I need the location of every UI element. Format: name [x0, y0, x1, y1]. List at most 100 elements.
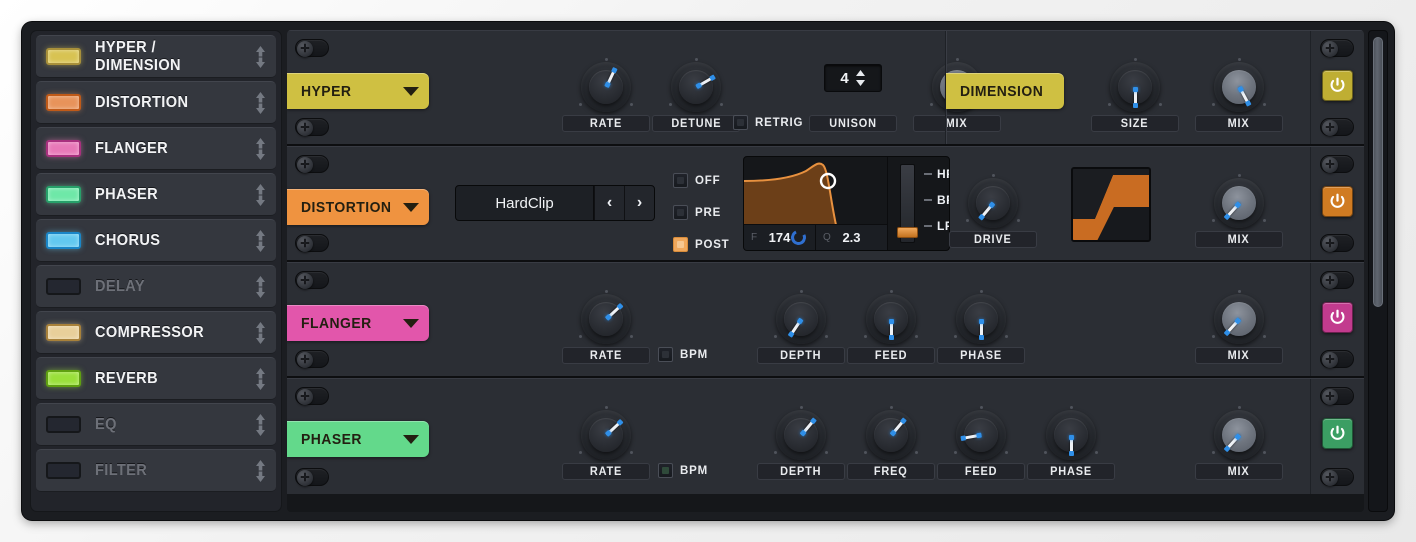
up-down-arrows-icon[interactable] [254, 321, 267, 345]
up-down-arrows-icon[interactable] [254, 183, 267, 207]
bypass-toggle-icon[interactable] [295, 468, 329, 487]
knob-feed[interactable] [863, 290, 919, 347]
up-down-arrows-icon[interactable] [254, 137, 267, 161]
filter-freq-mini-knob[interactable] [788, 227, 809, 248]
up-down-arrows-icon[interactable] [254, 45, 267, 69]
checkbox-box[interactable] [673, 205, 688, 220]
bypass-toggle-icon[interactable] [1320, 468, 1354, 487]
sidebar-item-reverb[interactable]: REVERB [36, 357, 276, 400]
chevron-down-icon[interactable] [403, 202, 419, 212]
checkbox-box[interactable] [658, 463, 673, 478]
knob-label-detune: DETUNE [652, 115, 740, 132]
up-down-arrows-icon[interactable] [254, 229, 267, 253]
knob-rate[interactable] [578, 406, 634, 463]
knob-detune[interactable] [668, 58, 724, 115]
sidebar-item-chorus[interactable]: CHORUS [36, 219, 276, 262]
bypass-toggle-icon[interactable] [295, 118, 329, 137]
vertical-scrollbar[interactable] [1368, 30, 1388, 512]
bypass-toggle-icon[interactable] [1320, 350, 1354, 369]
filter-mode-slider[interactable]: HP BP LP [887, 157, 949, 250]
checkbox-box[interactable] [658, 347, 673, 362]
bypass-toggle-icon[interactable] [1320, 271, 1354, 290]
row-gutter: PHASER [287, 379, 433, 494]
knob-mix[interactable] [1211, 406, 1267, 463]
bypass-toggle-icon[interactable] [295, 155, 329, 174]
chevron-down-icon[interactable] [403, 318, 419, 328]
slider-handle[interactable] [897, 227, 918, 238]
sidebar-item-label: FLANGER [95, 139, 169, 157]
knob-tick [1237, 58, 1241, 61]
next-type-button[interactable]: › [624, 186, 654, 220]
routing-option-pre[interactable]: PRE [673, 205, 721, 220]
effect-tab-distortion[interactable]: DISTORTION [287, 189, 429, 225]
sidebar-item-delay[interactable]: DELAY [36, 265, 276, 308]
effect-tab-flanger[interactable]: FLANGER [287, 305, 429, 341]
up-down-arrows-icon[interactable] [254, 91, 267, 115]
chevron-down-icon[interactable] [403, 434, 419, 444]
filter-mode-lp[interactable]: LP [924, 219, 949, 233]
retrig-checkbox[interactable]: RETRIG [733, 115, 803, 130]
up-down-arrows-icon[interactable] [254, 459, 267, 483]
bypass-toggle-icon[interactable] [295, 39, 329, 58]
bypass-toggle-icon[interactable] [295, 271, 329, 290]
routing-option-post[interactable]: POST [673, 237, 730, 252]
sidebar-item-filter[interactable]: FILTER [36, 449, 276, 492]
filter-mode-hp[interactable]: HP [924, 167, 949, 181]
filter-mode-bp[interactable]: BP [924, 193, 949, 207]
power-button[interactable] [1322, 418, 1353, 449]
knob-freq[interactable] [863, 406, 919, 463]
up-down-arrows-icon[interactable] [254, 275, 267, 299]
routing-option-off[interactable]: OFF [673, 173, 720, 188]
sidebar-item-compressor[interactable]: COMPRESSOR [36, 311, 276, 354]
bpm-checkbox[interactable]: BPM [658, 463, 708, 478]
up-down-arrows-icon[interactable] [254, 367, 267, 391]
knob-depth[interactable] [773, 406, 829, 463]
up-down-arrows-icon[interactable] [254, 413, 267, 437]
sidebar-item-distortion[interactable]: DISTORTION [36, 81, 276, 124]
knob-mix[interactable] [1211, 290, 1267, 347]
waveshape-display[interactable] [1071, 167, 1151, 242]
checkbox-box[interactable] [733, 115, 748, 130]
power-button[interactable] [1322, 70, 1353, 101]
bypass-toggle-icon[interactable] [295, 234, 329, 253]
effect-tab-dimension[interactable]: DIMENSION [946, 73, 1064, 109]
bypass-toggle-icon[interactable] [1320, 155, 1354, 174]
filter-q-field[interactable]: Q 2.3 [815, 224, 887, 250]
bypass-toggle-icon[interactable] [1320, 234, 1354, 253]
knob-phase[interactable] [953, 290, 1009, 347]
sidebar-item-phaser[interactable]: PHASER [36, 173, 276, 216]
bypass-toggle-icon[interactable] [1320, 118, 1354, 137]
bypass-toggle-icon[interactable] [1320, 39, 1354, 58]
knob-rate[interactable] [578, 290, 634, 347]
knob-tick [954, 335, 957, 338]
knob-phase[interactable] [1043, 406, 1099, 463]
chevron-down-icon[interactable] [403, 86, 419, 96]
distortion-type-select[interactable]: HardClip ‹ › [455, 185, 655, 221]
unison-stepper[interactable]: 4 [824, 64, 882, 92]
knob-rate[interactable] [578, 58, 634, 115]
bypass-toggle-icon[interactable] [1320, 387, 1354, 406]
filter-response-curve[interactable]: F 174 Q 2.3 [744, 157, 887, 250]
sidebar-item-hyper-dimension[interactable]: HYPER / DIMENSION [36, 35, 276, 78]
knob-feed[interactable] [953, 406, 1009, 463]
effect-tab-hyper[interactable]: HYPER [287, 73, 429, 109]
effect-tab-phaser[interactable]: PHASER [287, 421, 429, 457]
bypass-toggle-icon[interactable] [295, 350, 329, 369]
bypass-toggle-icon[interactable] [295, 387, 329, 406]
bpm-checkbox[interactable]: BPM [658, 347, 708, 362]
knob-mix[interactable] [1211, 58, 1267, 115]
prev-type-button[interactable]: ‹ [594, 186, 624, 220]
power-button[interactable] [1322, 302, 1353, 333]
knob-drive[interactable] [965, 174, 1021, 231]
stepper-arrows-icon[interactable] [855, 69, 866, 87]
power-button[interactable] [1322, 186, 1353, 217]
checkbox-box[interactable] [673, 237, 688, 252]
sidebar-item-flanger[interactable]: FLANGER [36, 127, 276, 170]
knob-depth[interactable] [773, 290, 829, 347]
scrollbar-thumb[interactable] [1373, 37, 1383, 307]
knob-mix[interactable] [1211, 174, 1267, 231]
filter-freq-field[interactable]: F 174 [744, 224, 815, 250]
sidebar-item-eq[interactable]: EQ [36, 403, 276, 446]
checkbox-box[interactable] [673, 173, 688, 188]
knob-size[interactable] [1107, 58, 1163, 115]
